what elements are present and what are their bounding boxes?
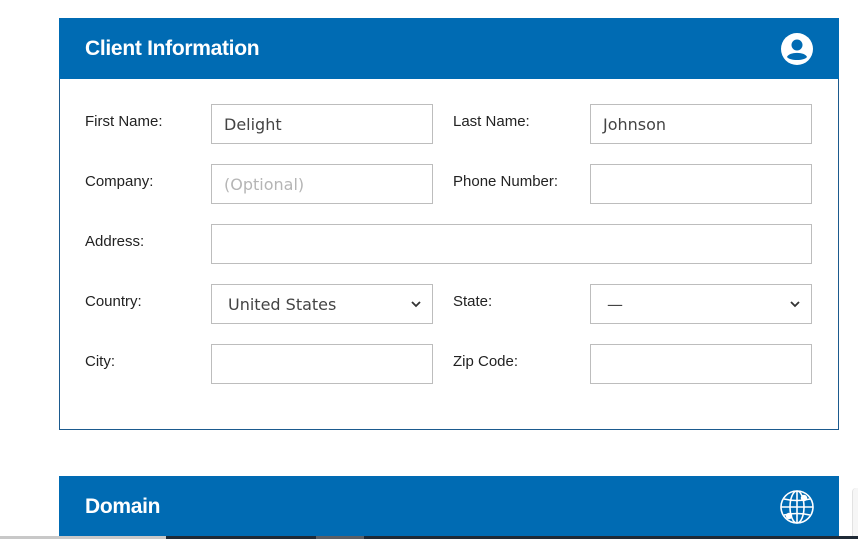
country-selected-value: United States <box>228 294 337 314</box>
city-label: City: <box>85 353 115 370</box>
last-name-input[interactable]: Johnson <box>590 104 812 144</box>
chevron-down-icon <box>790 301 800 308</box>
globe-icon <box>779 489 815 525</box>
state-select[interactable]: — <box>590 284 812 324</box>
address-label: Address: <box>85 233 145 250</box>
country-select[interactable]: United States <box>211 284 433 324</box>
country-label: Country: <box>85 293 142 310</box>
side-popup-edge <box>852 488 858 536</box>
client-information-panel: Client Information First Name: Delight L… <box>59 18 839 430</box>
company-label: Company: <box>85 173 154 190</box>
phone-number-input[interactable] <box>590 164 812 204</box>
last-name-value: Johnson <box>603 114 667 134</box>
domain-panel: Domain <box>59 476 839 539</box>
phone-number-label: Phone Number: <box>453 173 559 190</box>
last-name-label: Last Name: <box>453 113 530 130</box>
client-information-title: Client Information <box>85 36 260 60</box>
state-selected-value: — <box>607 294 623 314</box>
zip-code-input[interactable] <box>590 344 812 384</box>
first-name-label: First Name: <box>85 113 163 130</box>
first-name-value: Delight <box>224 114 282 134</box>
state-label: State: <box>453 293 493 310</box>
city-input[interactable] <box>211 344 433 384</box>
zip-code-label: Zip Code: <box>453 353 519 370</box>
chevron-down-icon <box>411 301 421 308</box>
domain-header: Domain <box>59 476 839 537</box>
company-input[interactable]: (Optional) <box>211 164 433 204</box>
client-information-header: Client Information <box>59 18 839 79</box>
company-placeholder: (Optional) <box>224 174 305 194</box>
domain-title: Domain <box>85 494 161 518</box>
user-circle-icon <box>779 31 815 67</box>
address-input[interactable] <box>211 224 812 264</box>
first-name-input[interactable]: Delight <box>211 104 433 144</box>
